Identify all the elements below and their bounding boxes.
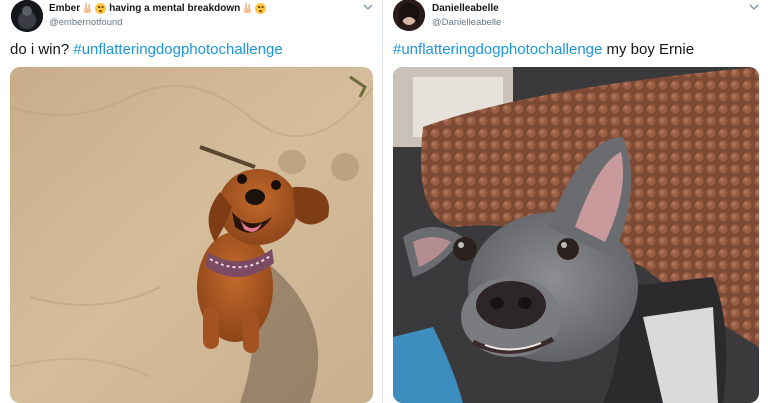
tweet-media-photo[interactable]	[10, 67, 373, 403]
dachshund-photo	[10, 67, 373, 403]
author-handle[interactable]: @Danielleabelle	[432, 17, 501, 28]
hashtag-link[interactable]: #unflatteringdogphotochallenge	[73, 41, 282, 58]
tweet-text: do i win? #unflatteringdogphotochallenge	[10, 41, 283, 58]
tweet-text-plain: do i win?	[10, 41, 74, 58]
avatar[interactable]	[393, 0, 425, 31]
greyhound-photo	[393, 67, 759, 403]
hushed-face-icon	[95, 3, 107, 14]
author-name-row[interactable]: Ember having a mental breakdown	[49, 3, 267, 14]
tweet-media-photo[interactable]	[393, 67, 759, 403]
hashtag-link[interactable]: #unflatteringdogphotochallenge	[393, 41, 602, 58]
chevron-down-icon[interactable]	[362, 3, 374, 11]
avatar-image	[393, 0, 425, 31]
hushed-face-icon	[255, 3, 267, 14]
display-name[interactable]: Danielleabelle	[432, 3, 499, 14]
tweet-card[interactable]: Ember having a mental breakdown @emberno…	[0, 0, 382, 403]
display-name[interactable]: Ember	[49, 3, 80, 14]
author-name-row[interactable]: Danielleabelle	[432, 3, 499, 14]
avatar-image	[11, 0, 43, 32]
tweet-text: #unflatteringdogphotochallenge my boy Er…	[393, 41, 694, 58]
chevron-down-icon[interactable]	[748, 3, 760, 11]
tweet-text-after: my boy Ernie	[602, 41, 695, 58]
victory-hand-icon	[83, 3, 92, 14]
victory-hand-icon	[243, 3, 252, 14]
author-handle[interactable]: @embernotfound	[49, 17, 123, 28]
display-name-suffix[interactable]: having a mental breakdown	[109, 3, 240, 14]
tweet-card[interactable]: Danielleabelle @Danielleabelle #unflatte…	[383, 0, 768, 403]
avatar[interactable]	[11, 0, 43, 32]
